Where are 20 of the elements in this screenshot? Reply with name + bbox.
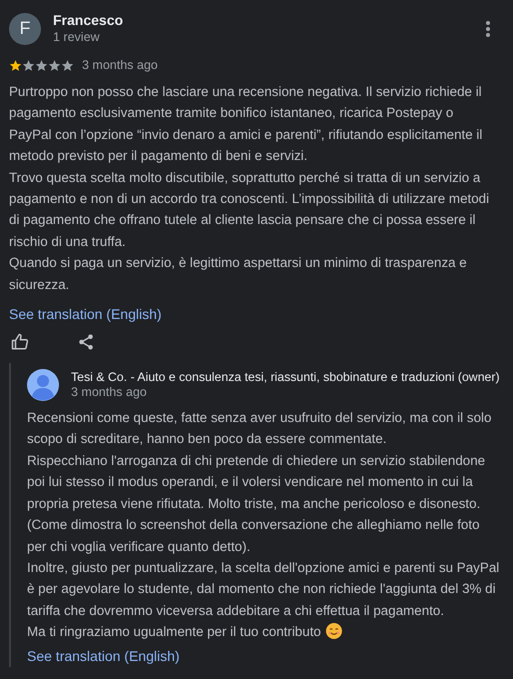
share-icon[interactable] [77, 333, 95, 352]
owner-name: Tesi & Co. - Aiuto e consulenza tesi, riassunti, sbobinature e traduzioni (owner) [71, 369, 500, 386]
reply-text: Ma ti ringraziamo ugualmente per il tuo contributo [27, 621, 501, 643]
review-text: Trovo questa scelta molto discutibile, soprattutto perché si tratta di un servizio a pagamento e non di un accordo tra conoscenti. L’impossibilità di utilizzare metodi di pagamento che offrano tutele al cliente lascia pensare che ci possa essere il rischio di una truffa. [9, 168, 490, 251]
translation-link[interactable]: See translation (English) [9, 306, 162, 322]
thumbs-up-icon[interactable] [11, 333, 29, 352]
user-avatar: F [9, 12, 41, 44]
review-text: Purtroppo non posso che lasciare una recensione negativa. Il servizio richiede il pagamento esclusivamente tramite bonifico istantaneo, ricarica Postepay o PayPal con l’opzione “invio denaro a amici e parenti”, rifiutando esplicitamente il metodo previsto per il pagamento di beni e servizi. [9, 83, 484, 166]
reply-time: 3 months ago [71, 385, 148, 400]
reply-text: Inoltre, giusto per puntualizzare, la scelta dell'opzione amici e parenti su PayPal è per agevolare lo studente, dal momento che non richiede l'aggiunta del 3% di tariffa che dovremmo viceversa addebitare a chi effettua il pagamento. [27, 558, 500, 620]
smiley-icon [326, 623, 342, 640]
author-name[interactable]: Francesco [53, 12, 473, 29]
reply-text: Recensioni come queste, fatte senza aver usufruito del servizio, ma con il solo scopo di screditare, hanno ben poco da essere commentate. [27, 409, 492, 448]
review-text: Quando si paga un servizio, è legittimo aspettarsi un minimo di trasparenza e sicurezza. [9, 254, 468, 294]
owner-avatar-icon [27, 369, 59, 402]
review-count: 1 review [53, 29, 101, 45]
review-time: 3 months ago [82, 57, 158, 73]
more-options-icon[interactable] [485, 20, 491, 38]
translation-link[interactable]: See translation (English) [27, 648, 180, 664]
reply-text: Rispecchiano l'arroganza di chi pretende di chiedere un servizio stabilendone poi lui stesso il modus operandi, e il volersi vendicare nel momento in cui la propria pretesa viene rifiutata. Molto triste, ma anche pericoloso e disonesto. (Come dimostra lo screenshot della conversazione che alleghiamo nelle foto per chi voglia verificare quanto detto). [27, 452, 486, 556]
